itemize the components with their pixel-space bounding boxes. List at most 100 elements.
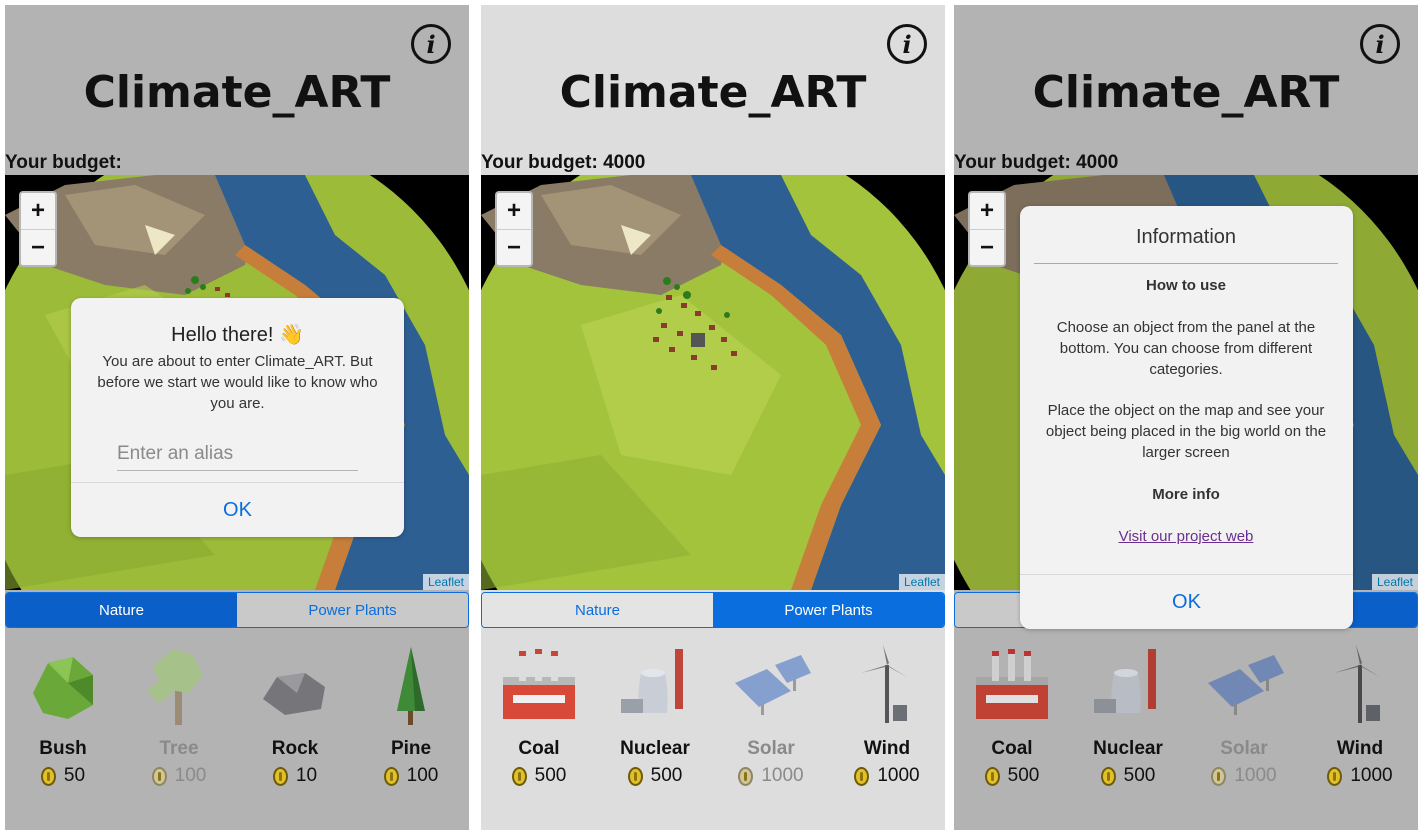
item-palette: Bush 50 Tree 100 Rock 10 Pine 100 bbox=[5, 637, 469, 807]
item-name: Pine bbox=[390, 738, 432, 759]
coin-icon bbox=[151, 766, 167, 786]
item-cost: 100 bbox=[353, 765, 469, 787]
tree-icon bbox=[147, 649, 203, 725]
budget-label: Your budget: 4000 bbox=[954, 152, 1119, 173]
item-name: Rock bbox=[271, 738, 319, 759]
item-name: Coal bbox=[991, 738, 1033, 759]
cost-value: 500 bbox=[1007, 765, 1040, 786]
item-palette: Coal 500 Nuclear 500 Solar 1000 Wind 100… bbox=[481, 637, 945, 807]
tab-nature[interactable]: Nature bbox=[482, 593, 713, 627]
category-tabs: Nature Power Plants bbox=[5, 592, 469, 628]
item-name: Coal bbox=[518, 738, 560, 759]
wind-turbine-icon bbox=[1334, 645, 1380, 723]
zoom-in-button[interactable]: + bbox=[497, 193, 531, 230]
info-icon[interactable]: i bbox=[1360, 24, 1400, 64]
leaflet-attribution[interactable]: Leaflet bbox=[898, 574, 945, 590]
item-cost: 1000 bbox=[1302, 765, 1418, 787]
zoom-control: + − bbox=[19, 191, 57, 267]
cost-value: 1000 bbox=[1350, 765, 1393, 786]
hello-dialog: Hello there! 👋 You are about to enter Cl… bbox=[71, 298, 404, 537]
info-icon[interactable]: i bbox=[411, 24, 451, 64]
coin-icon bbox=[627, 766, 643, 786]
how-to-use-heading: How to use bbox=[1145, 277, 1226, 294]
item-cost: 10 bbox=[237, 765, 353, 787]
zoom-out-button[interactable]: − bbox=[497, 230, 531, 266]
coin-icon bbox=[511, 766, 527, 786]
coin-icon bbox=[738, 766, 754, 786]
cost-value: 1000 bbox=[1234, 765, 1277, 786]
cost-value: 500 bbox=[1123, 765, 1156, 786]
item-name: Tree bbox=[159, 738, 199, 759]
ok-button[interactable]: OK bbox=[71, 482, 404, 537]
cost-value: 1000 bbox=[761, 765, 804, 786]
coin-icon bbox=[1327, 766, 1343, 786]
tab-power-plants[interactable]: Power Plants bbox=[713, 593, 944, 627]
item-cost: 50 bbox=[5, 765, 121, 787]
how-to-use-text-2: Place the object on the map and see your… bbox=[1045, 402, 1327, 461]
ok-button[interactable]: OK bbox=[1020, 574, 1353, 629]
coin-icon bbox=[854, 766, 870, 786]
leaflet-attribution[interactable]: Leaflet bbox=[1371, 574, 1418, 590]
item-cost: 500 bbox=[481, 765, 597, 787]
item-palette: Coal 500 Nuclear 500 Solar 1000 Wind 100… bbox=[954, 637, 1418, 807]
budget-label: Your budget: bbox=[5, 152, 122, 173]
item-name: Nuclear bbox=[1093, 738, 1163, 759]
project-web-link[interactable]: Visit our project web bbox=[1119, 528, 1254, 545]
item-name: Nuclear bbox=[620, 738, 690, 759]
item-name: Wind bbox=[1336, 738, 1384, 759]
info-icon[interactable]: i bbox=[887, 24, 927, 64]
coal-plant-icon bbox=[503, 649, 575, 719]
item-name: Bush bbox=[39, 738, 87, 759]
screen-power-plants: i Climate_ART Your budget: 4000 + − Leaf… bbox=[481, 5, 945, 830]
cost-value: 10 bbox=[295, 765, 318, 786]
dialog-body: How to use Choose an object from the pan… bbox=[1034, 275, 1338, 547]
coin-icon bbox=[984, 766, 1000, 786]
page-title: Climate_ART bbox=[559, 67, 867, 118]
cost-value: 500 bbox=[650, 765, 683, 786]
page-title: Climate_ART bbox=[1032, 67, 1340, 118]
zoom-in-button[interactable]: + bbox=[970, 193, 1004, 230]
dialog-title: Hello there! 👋 bbox=[171, 324, 304, 346]
item-cost: 1000 bbox=[713, 765, 829, 787]
cost-value: 500 bbox=[534, 765, 567, 786]
item-cost: 100 bbox=[121, 765, 237, 787]
wind-turbine-icon bbox=[861, 645, 907, 723]
page-title: Climate_ART bbox=[83, 67, 391, 118]
dialog-text: You are about to enter Climate_ART. But … bbox=[97, 353, 378, 412]
cost-value: 100 bbox=[174, 765, 207, 786]
nuclear-plant-icon bbox=[621, 649, 683, 713]
coal-plant-icon bbox=[976, 649, 1048, 719]
item-name: Solar bbox=[747, 738, 795, 759]
nuclear-plant-icon bbox=[1094, 649, 1156, 713]
zoom-in-button[interactable]: + bbox=[21, 193, 55, 230]
rock-icon bbox=[263, 673, 325, 715]
item-name: Wind bbox=[863, 738, 911, 759]
tab-nature[interactable]: Nature bbox=[6, 593, 237, 627]
zoom-out-button[interactable]: − bbox=[21, 230, 55, 266]
item-cost: 500 bbox=[1070, 765, 1186, 787]
alias-input[interactable] bbox=[117, 438, 358, 471]
item-cost: 1000 bbox=[829, 765, 945, 787]
zoom-out-button[interactable]: − bbox=[970, 230, 1004, 266]
item-cost: 500 bbox=[597, 765, 713, 787]
category-tabs: Nature Power Plants bbox=[481, 592, 945, 628]
coin-icon bbox=[383, 766, 399, 786]
item-cost: 500 bbox=[954, 765, 1070, 787]
information-dialog: Information How to use Choose an object … bbox=[1020, 206, 1353, 629]
leaflet-attribution[interactable]: Leaflet bbox=[422, 574, 469, 590]
screen-login: i Climate_ART Your budget: + − Leaflet N… bbox=[5, 5, 469, 830]
zoom-control: + − bbox=[495, 191, 533, 267]
item-cost: 1000 bbox=[1186, 765, 1302, 787]
dialog-title: Information bbox=[1034, 226, 1338, 264]
coin-icon bbox=[40, 766, 56, 786]
item-name: Solar bbox=[1220, 738, 1268, 759]
map[interactable]: + − Leaflet bbox=[481, 175, 945, 590]
cost-value: 1000 bbox=[877, 765, 920, 786]
bush-icon bbox=[33, 657, 93, 719]
tab-power-plants[interactable]: Power Plants bbox=[237, 593, 468, 627]
screen-information: i Climate_ART Your budget: 4000 + − Leaf… bbox=[954, 5, 1418, 830]
budget-label: Your budget: 4000 bbox=[481, 152, 646, 173]
terrain-map bbox=[481, 175, 945, 590]
pine-icon bbox=[397, 647, 425, 725]
solar-panel-icon bbox=[735, 655, 811, 715]
